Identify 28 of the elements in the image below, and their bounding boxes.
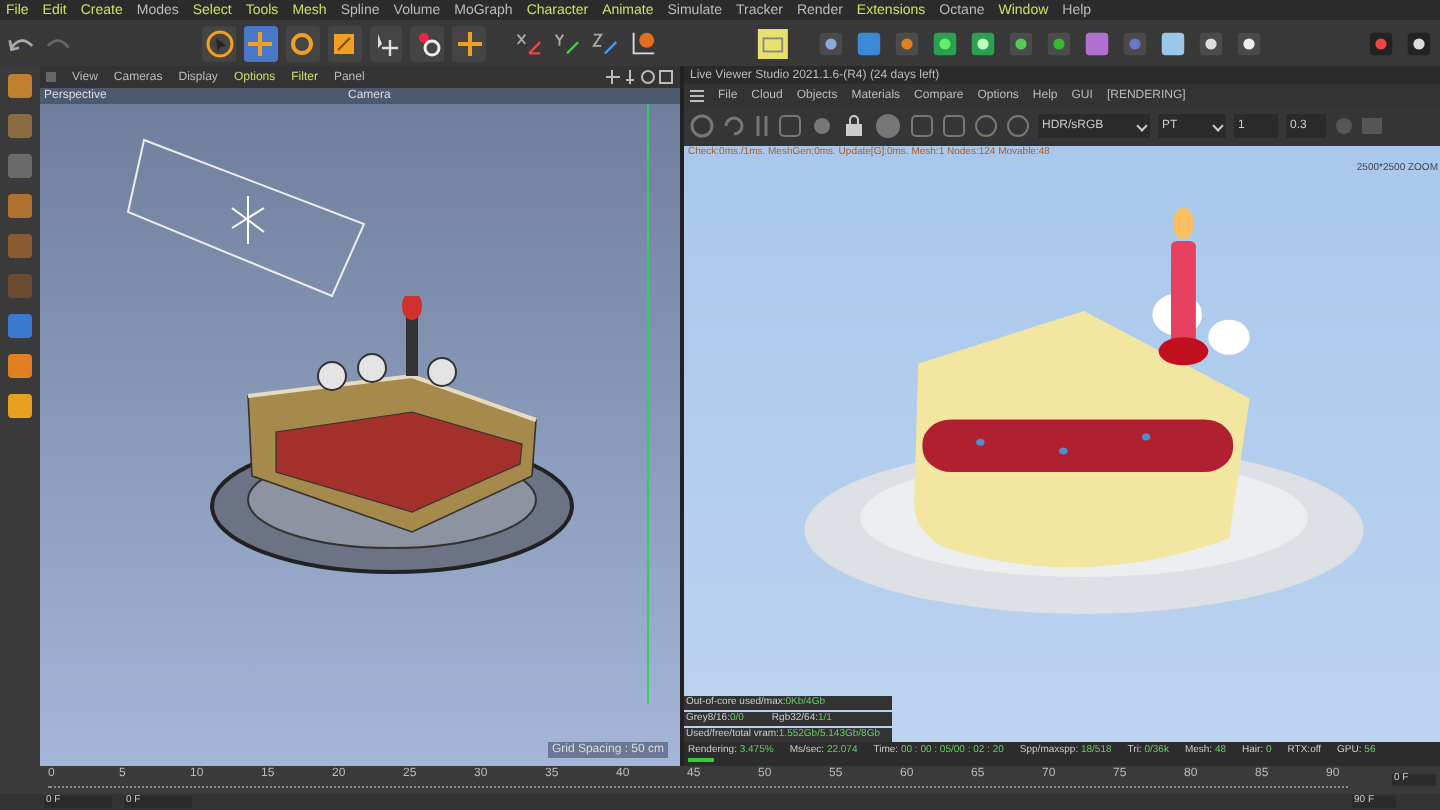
tool-button[interactable]	[327, 25, 362, 61]
x-axis-icon[interactable]	[513, 29, 544, 57]
z-axis-icon[interactable]	[589, 29, 620, 57]
add-tool-icon	[455, 29, 484, 57]
caret-icon	[1136, 120, 1148, 132]
y-axis-icon[interactable]	[551, 29, 582, 57]
panel-handle-icon[interactable]	[46, 72, 56, 82]
rotate-tool-icon	[288, 29, 317, 57]
tool-button[interactable]	[369, 25, 403, 61]
select-tool-icon	[205, 29, 234, 57]
region-icon[interactable]	[778, 114, 802, 138]
scale-tool-icon	[330, 29, 359, 57]
y-axis-line-icon	[644, 104, 652, 704]
tool-button[interactable]	[243, 25, 278, 61]
caret-icon	[1212, 120, 1224, 132]
menu-icon[interactable]	[690, 89, 704, 101]
tool-button[interactable]	[285, 25, 320, 61]
render-view-icon[interactable]	[755, 25, 790, 61]
pause-icon[interactable]	[754, 114, 770, 138]
lock-icon[interactable]	[842, 114, 866, 138]
viewport-navigation-icon[interactable]	[606, 70, 674, 84]
recent-tool-icon	[413, 29, 442, 57]
tool-button[interactable]	[410, 25, 445, 61]
refresh-icon[interactable]	[722, 114, 746, 138]
move-tool-icon	[246, 29, 275, 57]
tool-button[interactable]	[452, 25, 487, 61]
coordinate-system-icon[interactable]	[627, 27, 658, 59]
tool-button[interactable]	[202, 25, 236, 61]
